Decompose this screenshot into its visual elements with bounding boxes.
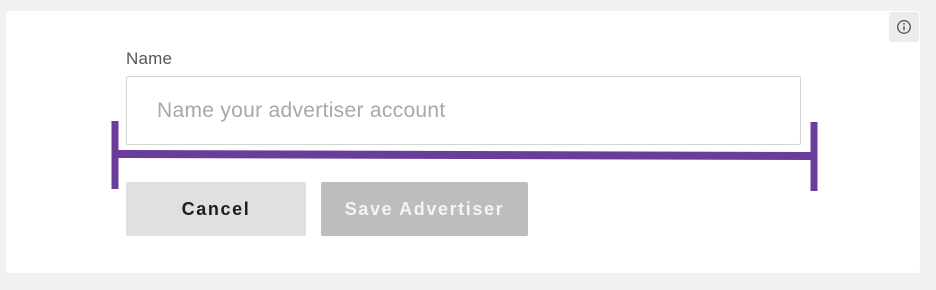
cancel-button[interactable]: Cancel — [126, 182, 306, 236]
name-input[interactable] — [126, 76, 801, 145]
info-button[interactable] — [889, 12, 919, 42]
save-advertiser-button[interactable]: Save Advertiser — [321, 182, 528, 236]
info-icon — [897, 20, 911, 34]
name-field-label: Name — [126, 49, 173, 68]
